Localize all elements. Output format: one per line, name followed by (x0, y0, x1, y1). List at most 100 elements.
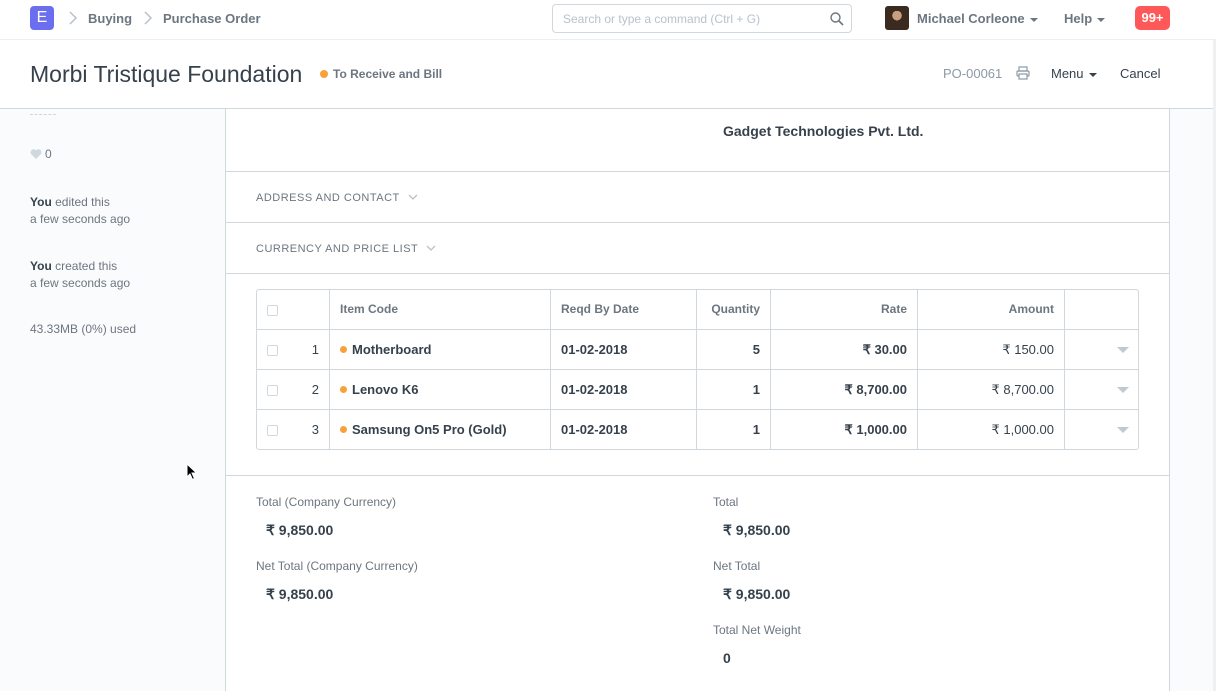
mouse-cursor-icon (186, 463, 198, 481)
net-total-value: ₹ 9,850.00 (723, 586, 791, 602)
section-divider (226, 475, 1169, 476)
likes-count: 0 (45, 147, 52, 161)
row-index: 1 (311, 342, 319, 357)
reqd-by-date-cell[interactable]: 01-02-2018 (561, 410, 628, 450)
column-header-rate: Rate (880, 302, 907, 316)
form-card: Gadget Technologies Pvt. Ltd. ADDRESS AN… (225, 109, 1170, 691)
row-menu-caret-icon[interactable] (1117, 427, 1129, 433)
item-code: Motherboard (352, 342, 432, 357)
section-divider (226, 171, 1169, 172)
amount-cell: ₹ 150.00 (1002, 342, 1054, 357)
quantity-cell[interactable]: 1 (697, 370, 760, 410)
total-company-currency-label: Total (Company Currency) (256, 495, 397, 509)
status-label: To Receive and Bill (333, 67, 443, 81)
heart-icon (30, 149, 42, 159)
chevron-right-icon (144, 11, 153, 25)
table-row[interactable]: 3 Samsung On5 Pro (Gold) 01-02-2018 1 ₹ … (257, 410, 1138, 450)
timeline-actor: You (30, 259, 52, 273)
rate-cell[interactable]: ₹ 8,700.00 (771, 370, 908, 410)
quantity-cell[interactable]: 1 (697, 410, 760, 450)
column-header-reqd-by-date: Reqd By Date (561, 302, 640, 316)
total-company-currency-value: ₹ 9,850.00 (266, 522, 334, 538)
search-input[interactable] (553, 5, 813, 32)
chevron-right-icon (69, 11, 78, 25)
storage-usage: 43.33MB (0%) used (30, 322, 137, 336)
chevron-down-icon (408, 194, 418, 200)
document-id: PO-00061 (943, 66, 1003, 81)
likes[interactable]: 0 (30, 147, 52, 161)
quantity-cell[interactable]: 5 (697, 330, 760, 370)
total-net-weight-label: Total Net Weight (713, 623, 801, 637)
table-row[interactable]: 1 Motherboard 01-02-2018 5 ₹ 30.00 ₹ 150… (257, 330, 1138, 370)
caret-down-icon (1029, 17, 1038, 22)
section-divider (226, 222, 1169, 223)
item-status-dot (340, 426, 347, 433)
sidebar-divider (30, 109, 56, 115)
status-indicator: To Receive and Bill (320, 67, 442, 81)
item-code-cell[interactable]: Samsung On5 Pro (Gold) (340, 410, 507, 450)
menu-label: Menu (1051, 66, 1084, 81)
section-divider (226, 273, 1169, 274)
help-menu[interactable]: Help (1064, 11, 1106, 26)
timeline-action: created this (51, 259, 118, 273)
row-checkbox[interactable] (267, 425, 278, 436)
cancel-button[interactable]: Cancel (1120, 66, 1160, 81)
caret-down-icon (1088, 72, 1097, 77)
timeline-item: You edited this a few seconds ago (30, 194, 210, 228)
row-menu-caret-icon[interactable] (1117, 347, 1129, 353)
table-row[interactable]: 2 Lenovo K6 01-02-2018 1 ₹ 8,700.00 ₹ 8,… (257, 370, 1138, 410)
column-header-amount: Amount (1008, 302, 1054, 316)
section-currency-and-price-list[interactable]: CURRENCY AND PRICE LIST (256, 243, 436, 255)
page-title: Morbi Tristique Foundation (30, 61, 303, 87)
row-index: 3 (311, 422, 319, 437)
timeline-item: You created this a few seconds ago (30, 258, 210, 292)
item-code-cell[interactable]: Motherboard (340, 330, 431, 370)
select-all-checkbox[interactable] (267, 305, 278, 316)
item-code: Lenovo K6 (352, 382, 419, 397)
user-name-label: Michael Corleone (917, 11, 1025, 26)
user-avatar[interactable] (885, 6, 909, 30)
caret-down-icon (1097, 17, 1106, 22)
section-label: ADDRESS AND CONTACT (256, 192, 400, 204)
navbar: E Buying Purchase Order Michael Corleone… (0, 0, 1216, 40)
section-label: CURRENCY AND PRICE LIST (256, 243, 419, 255)
table-header-row: Item Code Reqd By Date Quantity Rate Amo… (257, 290, 1138, 330)
row-menu-caret-icon[interactable] (1117, 387, 1129, 393)
item-status-dot (340, 346, 347, 353)
chevron-down-icon (426, 245, 436, 251)
row-checkbox[interactable] (267, 385, 278, 396)
menu-button[interactable]: Menu (1051, 66, 1097, 81)
breadcrumb-purchase-order[interactable]: Purchase Order (163, 11, 261, 26)
rate-cell[interactable]: ₹ 1,000.00 (771, 410, 908, 450)
print-icon[interactable] (1016, 66, 1030, 80)
row-checkbox[interactable] (267, 345, 278, 356)
section-address-and-contact[interactable]: ADDRESS AND CONTACT (256, 192, 418, 204)
timeline-actor: You (30, 195, 52, 209)
page-head: Morbi Tristique Foundation To Receive an… (0, 40, 1216, 109)
net-total-label: Net Total (713, 559, 761, 573)
row-index: 2 (311, 382, 319, 397)
help-label: Help (1064, 11, 1093, 26)
item-code-cell[interactable]: Lenovo K6 (340, 370, 418, 410)
reqd-by-date-cell[interactable]: 01-02-2018 (561, 330, 628, 370)
items-table: Item Code Reqd By Date Quantity Rate Amo… (256, 289, 1139, 450)
reqd-by-date-cell[interactable]: 01-02-2018 (561, 370, 628, 410)
item-code: Samsung On5 Pro (Gold) (352, 422, 507, 437)
rate-cell[interactable]: ₹ 30.00 (771, 330, 907, 370)
notifications-badge[interactable]: 99+ (1135, 6, 1170, 30)
timeline-action: edited this (51, 195, 110, 209)
breadcrumb-buying[interactable]: Buying (88, 11, 132, 26)
user-menu[interactable]: Michael Corleone (917, 11, 1038, 26)
search-box (552, 4, 852, 33)
column-header-item-code: Item Code (340, 302, 399, 316)
search-icon[interactable] (829, 11, 845, 27)
amount-cell: ₹ 8,700.00 (991, 382, 1055, 397)
item-status-dot (340, 386, 347, 393)
app-logo[interactable]: E (30, 6, 54, 30)
timeline-time: a few seconds ago (30, 212, 131, 226)
status-dot (320, 70, 328, 78)
net-total-company-currency-label: Net Total (Company Currency) (256, 559, 418, 573)
total-value: ₹ 9,850.00 (723, 522, 791, 538)
net-total-company-currency-value: ₹ 9,850.00 (266, 586, 334, 602)
total-label: Total (713, 495, 739, 509)
